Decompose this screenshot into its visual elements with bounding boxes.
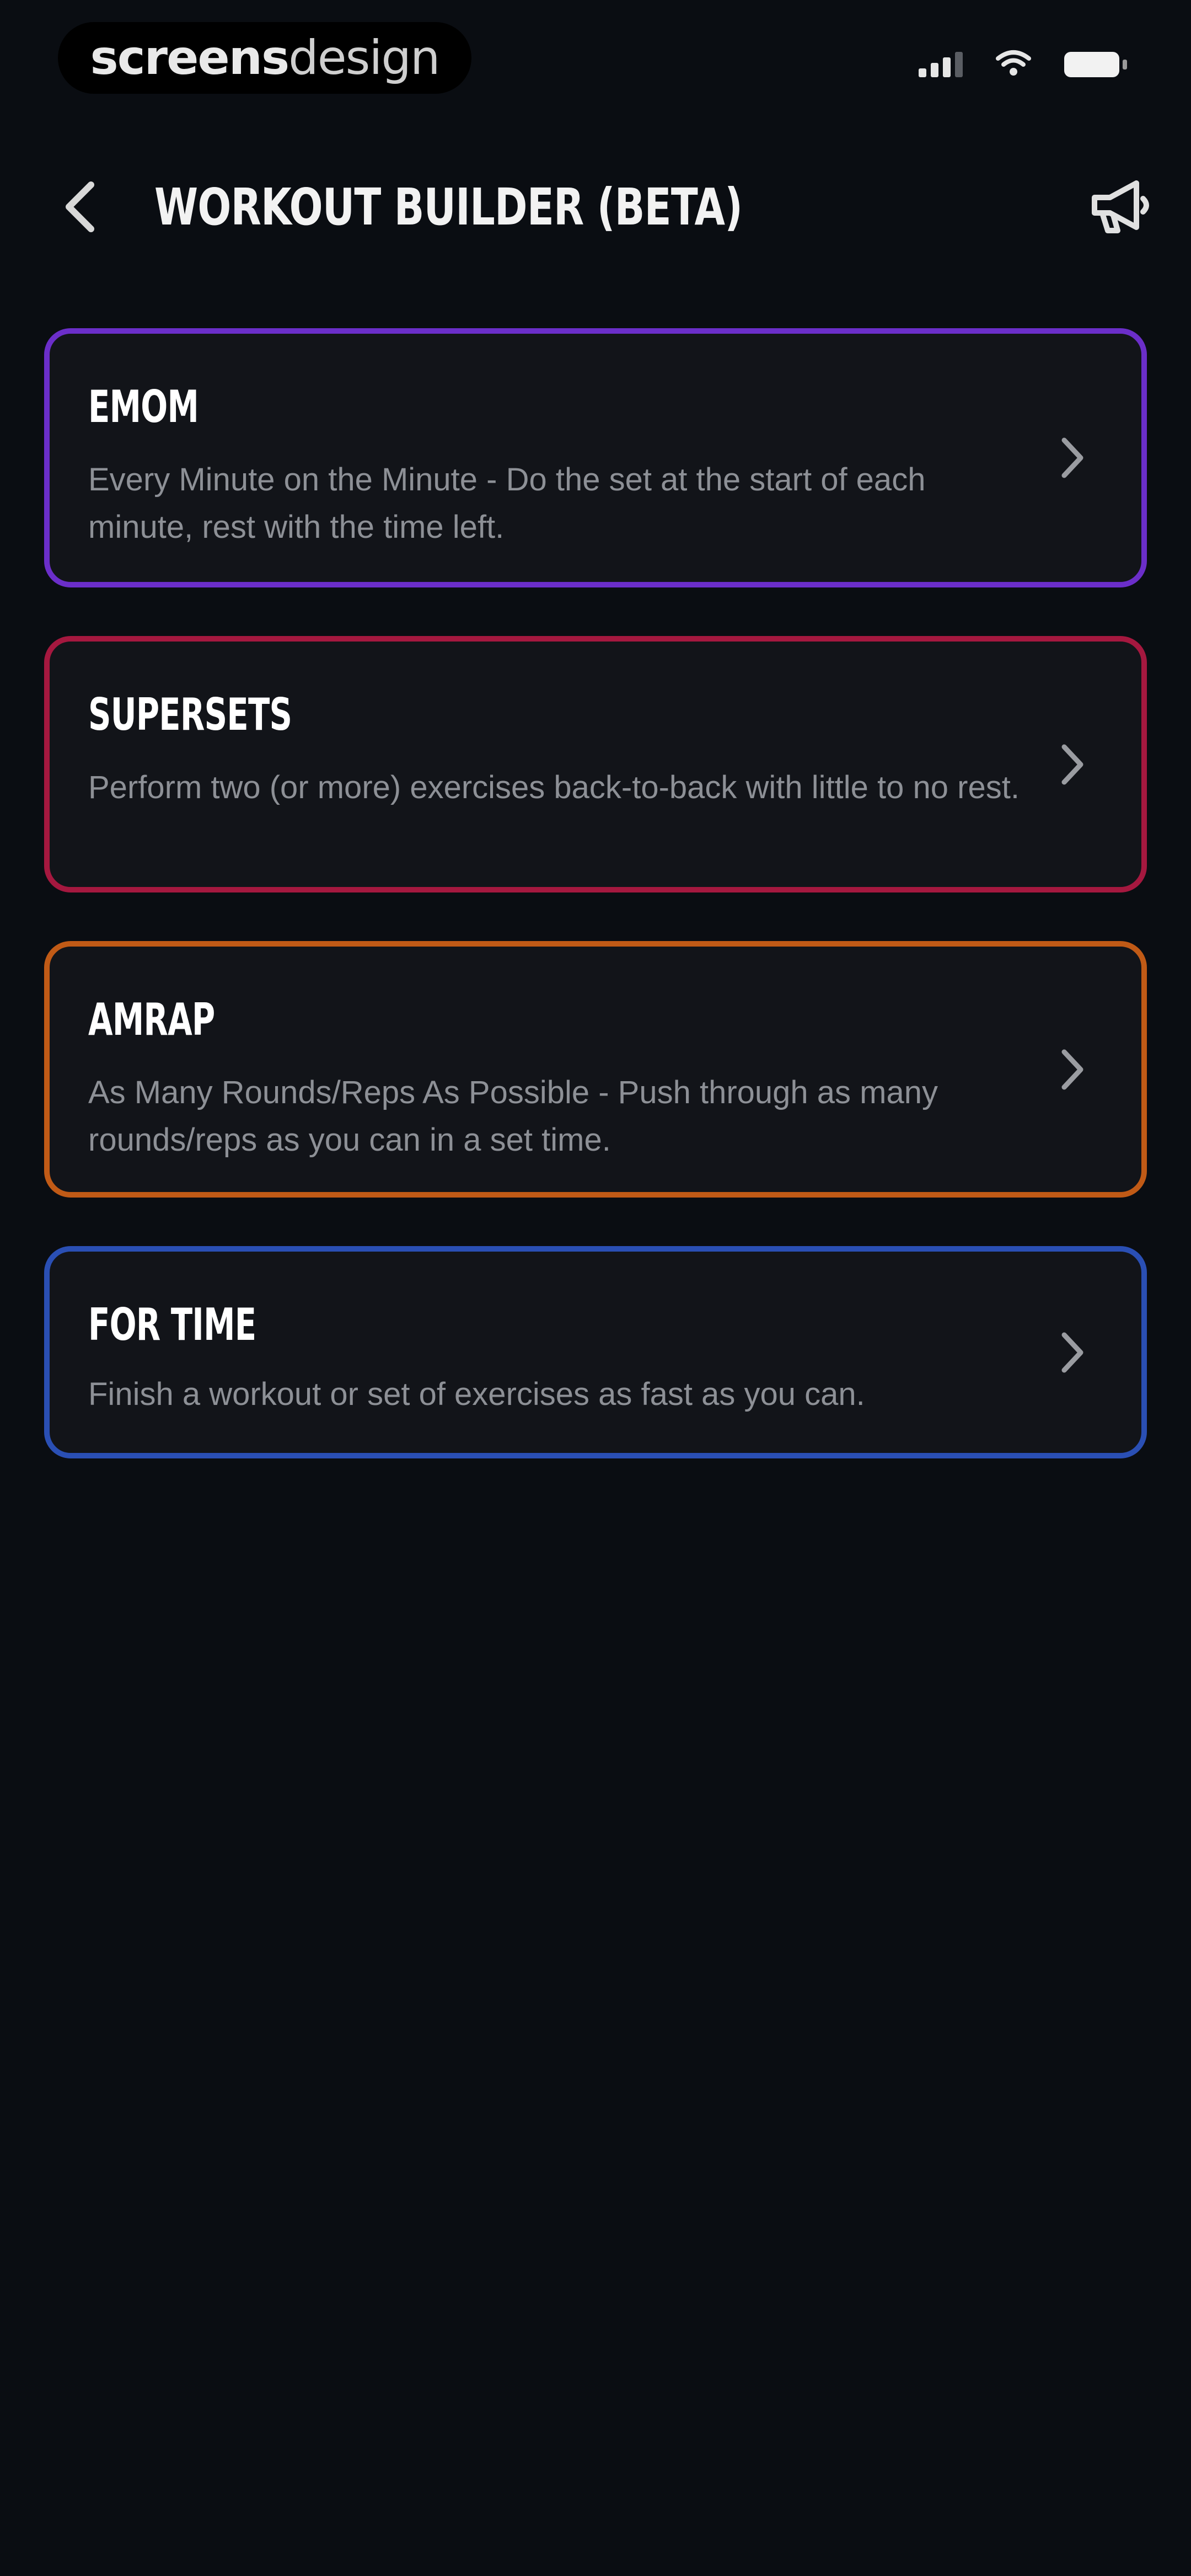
card-title: EMOM <box>88 381 199 432</box>
chevron-right-icon <box>1056 740 1089 789</box>
chevron-right-icon <box>1056 1328 1089 1377</box>
brand-light-text: design <box>288 30 440 85</box>
battery-icon <box>1064 51 1127 77</box>
megaphone-icon <box>1092 180 1149 233</box>
status-icons <box>919 50 1127 79</box>
card-description: Every Minute on the Minute - Do the set … <box>88 462 926 545</box>
back-button[interactable] <box>50 177 110 237</box>
chevron-left-icon <box>66 181 94 232</box>
card-title: FOR TIME <box>88 1299 256 1350</box>
nav-header: WORKOUT BUILDER (BETA) <box>0 160 1191 254</box>
chevron-right-icon <box>1056 1045 1089 1094</box>
workout-type-list: EMOM Every Minute on the Minute - Do the… <box>44 328 1147 1458</box>
wifi-icon <box>996 50 1031 79</box>
card-description: Finish a workout or set of exercises as … <box>88 1376 865 1412</box>
workout-type-card-amrap[interactable]: AMRAP As Many Rounds/Reps As Possible - … <box>44 941 1147 1198</box>
page-title: WORKOUT BUILDER (BETA) <box>154 177 743 237</box>
cellular-signal-icon <box>919 51 963 77</box>
status-bar: screens design <box>0 0 1191 121</box>
workout-type-card-supersets[interactable]: SUPERSETS Perform two (or more) exercise… <box>44 636 1147 892</box>
brand-bold-text: screens <box>90 30 290 85</box>
chevron-right-icon <box>1056 433 1089 483</box>
workout-type-card-for-time[interactable]: FOR TIME Finish a workout or set of exer… <box>44 1246 1147 1458</box>
card-title: SUPERSETS <box>88 689 292 740</box>
brand-watermark: screens design <box>58 22 471 94</box>
card-description: As Many Rounds/Reps As Possible - Push t… <box>88 1075 938 1158</box>
card-description: Perform two (or more) exercises back-to-… <box>88 769 1020 805</box>
announcements-button[interactable] <box>1081 171 1158 243</box>
card-title: AMRAP <box>88 994 215 1045</box>
workout-type-card-emom[interactable]: EMOM Every Minute on the Minute - Do the… <box>44 328 1147 587</box>
